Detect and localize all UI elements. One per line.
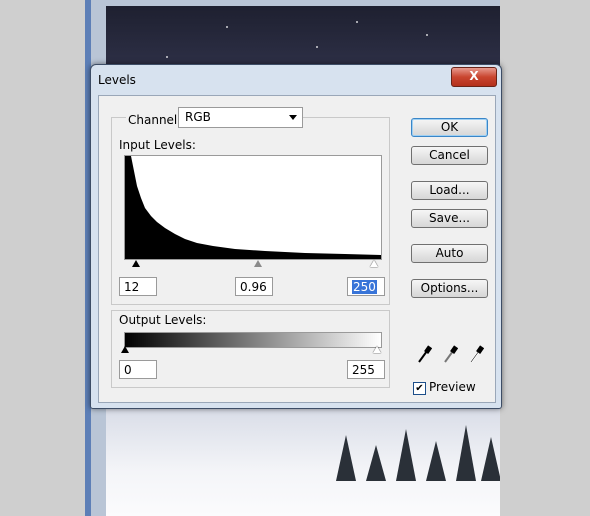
output-white-handle[interactable] (373, 346, 381, 353)
dialog-body: Channel: RGB Input Levels: 12 0.96 250 O… (98, 95, 496, 403)
chevron-down-icon (289, 115, 297, 120)
ok-button[interactable]: OK (411, 118, 488, 137)
background-left (0, 0, 91, 516)
histogram (124, 155, 382, 260)
input-white-handle[interactable] (370, 260, 378, 267)
black-eyedropper-icon[interactable] (416, 345, 433, 365)
dialog-titlebar[interactable]: Levels X (91, 65, 501, 95)
save-button[interactable]: Save... (411, 209, 488, 228)
output-black-handle[interactable] (121, 346, 129, 353)
section-divider (119, 304, 385, 305)
input-black-handle[interactable] (132, 260, 140, 267)
gray-eyedropper-icon[interactable] (442, 345, 459, 365)
channel-select[interactable]: RGB (178, 107, 303, 128)
input-white-field[interactable]: 250 (347, 277, 385, 296)
channel-label: Channel: (126, 113, 184, 127)
white-eyedropper-icon[interactable] (468, 345, 485, 365)
close-button[interactable]: X (451, 67, 497, 87)
options-button[interactable]: Options... (411, 279, 488, 298)
histogram-graph (125, 156, 381, 259)
cancel-button[interactable]: Cancel (411, 146, 488, 165)
input-gamma-handle[interactable] (254, 260, 262, 267)
output-levels-label: Output Levels: (119, 313, 207, 327)
dialog-title: Levels (98, 73, 136, 87)
output-slider[interactable] (121, 346, 381, 354)
load-button[interactable]: Load... (411, 181, 488, 200)
output-white-field[interactable]: 255 (347, 360, 385, 379)
input-levels-label: Input Levels: (119, 138, 196, 152)
levels-dialog: Levels X Channel: RGB Input Levels: 12 0… (90, 64, 502, 409)
auto-button[interactable]: Auto (411, 244, 488, 263)
preview-checkbox[interactable]: ✔ (413, 382, 426, 395)
input-black-field[interactable]: 12 (119, 277, 157, 296)
preview-label: Preview (429, 380, 476, 394)
input-gamma-field[interactable]: 0.96 (235, 277, 273, 296)
tree-group (326, 401, 500, 481)
output-black-field[interactable]: 0 (119, 360, 157, 379)
input-slider[interactable] (124, 260, 380, 268)
background-right (500, 0, 590, 516)
channel-value: RGB (185, 110, 211, 124)
